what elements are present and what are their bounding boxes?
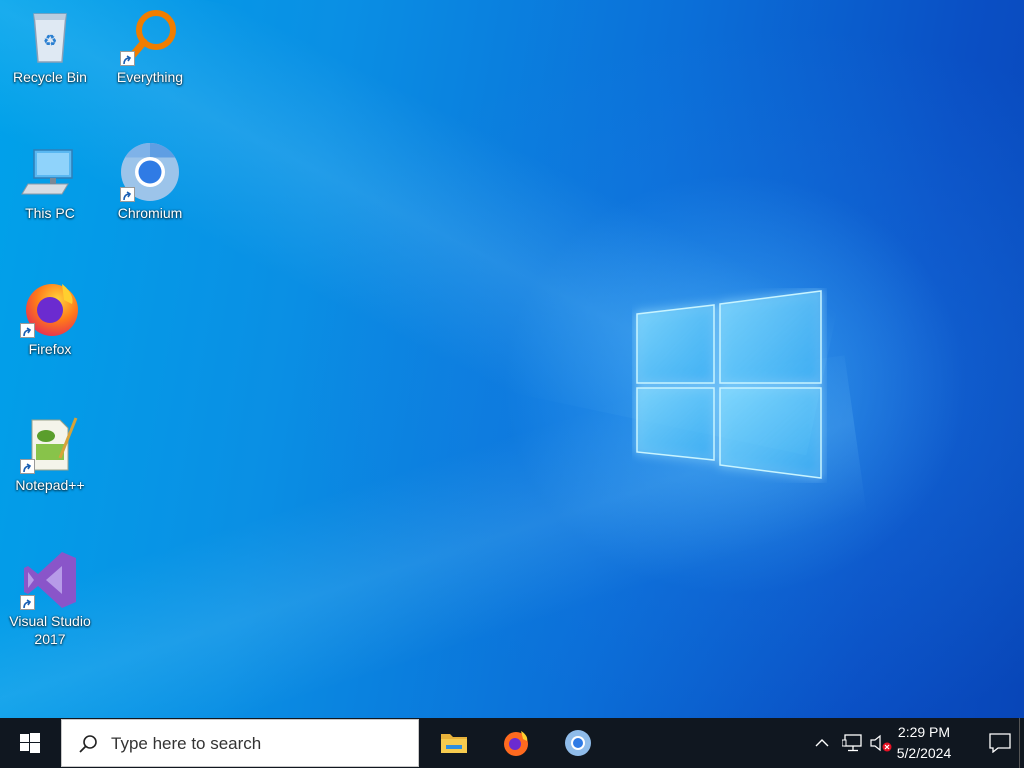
- desktop-icon-visual-studio-2017[interactable]: Visual Studio 2017: [2, 550, 98, 648]
- chevron-up-icon[interactable]: [814, 735, 830, 751]
- desktop-icon-label: Chromium: [117, 205, 183, 221]
- desktop-icon-label: Notepad++: [15, 477, 85, 493]
- svg-text:♻: ♻: [43, 31, 57, 50]
- file-explorer-icon: [441, 734, 467, 753]
- visual-studio-icon: [20, 550, 80, 610]
- shortcut-arrow-icon: [20, 323, 35, 338]
- everything-search-icon: [120, 6, 180, 66]
- desktop-icon-label: Visual Studio 2017: [9, 613, 91, 647]
- desktop-icon-label: Firefox: [28, 341, 72, 357]
- clock-time: 2:29 PM: [897, 724, 951, 740]
- notification-icon: [989, 733, 1011, 753]
- chromium-icon: [120, 142, 180, 202]
- clock[interactable]: 2:29 PM 5/2/2024: [884, 722, 964, 764]
- desktop-icon-label: This PC: [25, 205, 75, 221]
- chromium-icon: [565, 730, 591, 756]
- windows-start-icon: [20, 733, 40, 753]
- desktop-icon-everything[interactable]: Everything: [102, 6, 198, 86]
- desktop-icon-this-pc[interactable]: This PC: [2, 142, 98, 222]
- search-box[interactable]: Type here to search: [61, 719, 419, 767]
- desktop[interactable]: ♻ Recycle Bin Everything This PC Chromiu…: [0, 0, 1024, 718]
- firefox-icon: [504, 731, 528, 756]
- taskbar: Type here to search 2:29 PM 5/2/2024: [0, 718, 1024, 768]
- desktop-icon-recycle-bin[interactable]: ♻ Recycle Bin: [2, 6, 98, 86]
- notepad-plus-plus-icon: [20, 414, 80, 474]
- system-tray: 2:29 PM 5/2/2024: [784, 718, 1024, 768]
- action-center-button[interactable]: [976, 718, 1024, 768]
- clock-date: 5/2/2024: [896, 745, 952, 761]
- windows-logo-wallpaper: [636, 290, 822, 479]
- desktop-icon-chromium[interactable]: Chromium: [102, 142, 198, 222]
- taskbar-app-firefox[interactable]: [489, 718, 543, 768]
- firefox-icon: [20, 278, 80, 338]
- search-placeholder: Type here to search: [111, 734, 262, 753]
- shortcut-arrow-icon: [120, 51, 135, 66]
- taskbar-app-file-explorer[interactable]: [427, 718, 481, 768]
- shortcut-arrow-icon: [20, 459, 35, 474]
- desktop-icon-firefox[interactable]: Firefox: [2, 278, 98, 358]
- taskbar-app-chromium[interactable]: [551, 718, 605, 768]
- shortcut-arrow-icon: [20, 595, 35, 610]
- network-icon[interactable]: [842, 734, 864, 752]
- this-pc-icon: [20, 142, 80, 202]
- desktop-icon-label: Everything: [116, 69, 184, 85]
- search-icon: [79, 735, 97, 753]
- start-button[interactable]: [0, 718, 60, 768]
- recycle-bin-icon: ♻: [20, 6, 80, 66]
- desktop-icon-notepad-plus-plus[interactable]: Notepad++: [2, 414, 98, 494]
- shortcut-arrow-icon: [120, 187, 135, 202]
- desktop-icon-label: Recycle Bin: [13, 69, 87, 85]
- show-desktop-button[interactable]: [1019, 718, 1024, 768]
